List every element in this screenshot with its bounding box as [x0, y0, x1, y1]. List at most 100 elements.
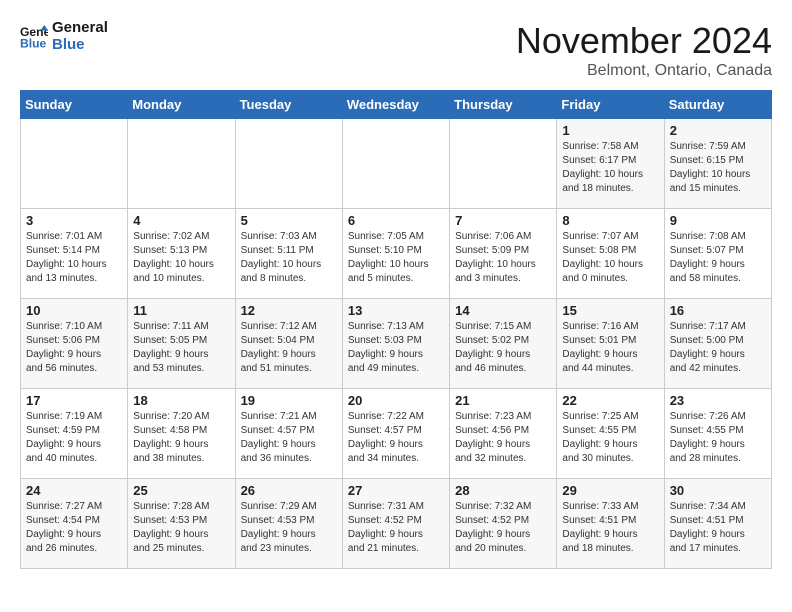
- logo-general: General: [52, 20, 108, 37]
- calendar-cell: 20 Sunrise: 7:22 AM Sunset: 4:57 PM Dayli…: [342, 389, 449, 479]
- calendar-table: SundayMondayTuesdayWednesdayThursdayFrid…: [20, 90, 772, 569]
- svg-text:Blue: Blue: [20, 36, 47, 50]
- title-block: November 2024 Belmont, Ontario, Canada: [516, 20, 772, 80]
- day-number: 8: [562, 213, 658, 228]
- calendar-cell: [128, 119, 235, 209]
- calendar-cell: 5 Sunrise: 7:03 AM Sunset: 5:11 PM Daylig…: [235, 209, 342, 299]
- day-info: Sunrise: 7:11 AM Sunset: 5:05 PM Dayligh…: [133, 320, 229, 376]
- calendar-cell: 7 Sunrise: 7:06 AM Sunset: 5:09 PM Daylig…: [450, 209, 557, 299]
- day-info: Sunrise: 7:32 AM Sunset: 4:52 PM Dayligh…: [455, 500, 551, 556]
- day-info: Sunrise: 7:17 AM Sunset: 5:00 PM Dayligh…: [670, 320, 766, 376]
- logo: General Blue General Blue: [20, 20, 108, 53]
- calendar-cell: 10 Sunrise: 7:10 AM Sunset: 5:06 PM Dayli…: [21, 299, 128, 389]
- day-number: 29: [562, 483, 658, 498]
- day-info: Sunrise: 7:19 AM Sunset: 4:59 PM Dayligh…: [26, 410, 122, 466]
- day-info: Sunrise: 7:07 AM Sunset: 5:08 PM Dayligh…: [562, 230, 658, 286]
- calendar-cell: 17 Sunrise: 7:19 AM Sunset: 4:59 PM Dayli…: [21, 389, 128, 479]
- weekday-header: Thursday: [450, 91, 557, 119]
- calendar-week-row: 10 Sunrise: 7:10 AM Sunset: 5:06 PM Dayli…: [21, 299, 772, 389]
- calendar-cell: 12 Sunrise: 7:12 AM Sunset: 5:04 PM Dayli…: [235, 299, 342, 389]
- location-title: Belmont, Ontario, Canada: [516, 62, 772, 80]
- day-info: Sunrise: 7:26 AM Sunset: 4:55 PM Dayligh…: [670, 410, 766, 466]
- day-info: Sunrise: 7:31 AM Sunset: 4:52 PM Dayligh…: [348, 500, 444, 556]
- day-number: 24: [26, 483, 122, 498]
- calendar-cell: 11 Sunrise: 7:11 AM Sunset: 5:05 PM Dayli…: [128, 299, 235, 389]
- day-info: Sunrise: 7:29 AM Sunset: 4:53 PM Dayligh…: [241, 500, 337, 556]
- day-number: 28: [455, 483, 551, 498]
- calendar-cell: [21, 119, 128, 209]
- day-info: Sunrise: 7:08 AM Sunset: 5:07 PM Dayligh…: [670, 230, 766, 286]
- day-number: 17: [26, 393, 122, 408]
- calendar-cell: 19 Sunrise: 7:21 AM Sunset: 4:57 PM Dayli…: [235, 389, 342, 479]
- day-number: 14: [455, 303, 551, 318]
- calendar-cell: 16 Sunrise: 7:17 AM Sunset: 5:00 PM Dayli…: [664, 299, 771, 389]
- weekday-header: Saturday: [664, 91, 771, 119]
- day-info: Sunrise: 7:20 AM Sunset: 4:58 PM Dayligh…: [133, 410, 229, 466]
- calendar-cell: 14 Sunrise: 7:15 AM Sunset: 5:02 PM Dayli…: [450, 299, 557, 389]
- day-info: Sunrise: 7:22 AM Sunset: 4:57 PM Dayligh…: [348, 410, 444, 466]
- calendar-cell: 27 Sunrise: 7:31 AM Sunset: 4:52 PM Dayli…: [342, 479, 449, 569]
- calendar-week-row: 3Sunrise: 7:01 AM Sunset: 5:14 PM Daylig…: [21, 209, 772, 299]
- day-number: 13: [348, 303, 444, 318]
- day-info: Sunrise: 7:16 AM Sunset: 5:01 PM Dayligh…: [562, 320, 658, 376]
- calendar-cell: 2Sunrise: 7:59 AM Sunset: 6:15 PM Daylig…: [664, 119, 771, 209]
- day-number: 16: [670, 303, 766, 318]
- day-number: 21: [455, 393, 551, 408]
- day-number: 18: [133, 393, 229, 408]
- logo-blue: Blue: [52, 37, 108, 54]
- day-number: 25: [133, 483, 229, 498]
- day-info: Sunrise: 7:03 AM Sunset: 5:11 PM Dayligh…: [241, 230, 337, 286]
- weekday-header: Sunday: [21, 91, 128, 119]
- calendar-cell: 4Sunrise: 7:02 AM Sunset: 5:13 PM Daylig…: [128, 209, 235, 299]
- day-number: 23: [670, 393, 766, 408]
- weekday-header: Tuesday: [235, 91, 342, 119]
- calendar-cell: 9Sunrise: 7:08 AM Sunset: 5:07 PM Daylig…: [664, 209, 771, 299]
- calendar-cell: 30 Sunrise: 7:34 AM Sunset: 4:51 PM Dayli…: [664, 479, 771, 569]
- weekday-header: Monday: [128, 91, 235, 119]
- day-info: Sunrise: 7:13 AM Sunset: 5:03 PM Dayligh…: [348, 320, 444, 376]
- calendar-cell: 25 Sunrise: 7:28 AM Sunset: 4:53 PM Dayli…: [128, 479, 235, 569]
- day-number: 11: [133, 303, 229, 318]
- calendar-cell: [235, 119, 342, 209]
- calendar-cell: [342, 119, 449, 209]
- weekday-header: Friday: [557, 91, 664, 119]
- calendar-week-row: 17 Sunrise: 7:19 AM Sunset: 4:59 PM Dayli…: [21, 389, 772, 479]
- month-title: November 2024: [516, 20, 772, 62]
- day-number: 30: [670, 483, 766, 498]
- day-number: 15: [562, 303, 658, 318]
- day-info: Sunrise: 7:05 AM Sunset: 5:10 PM Dayligh…: [348, 230, 444, 286]
- day-info: Sunrise: 7:10 AM Sunset: 5:06 PM Dayligh…: [26, 320, 122, 376]
- day-number: 19: [241, 393, 337, 408]
- day-info: Sunrise: 7:15 AM Sunset: 5:02 PM Dayligh…: [455, 320, 551, 376]
- day-number: 5: [241, 213, 337, 228]
- day-info: Sunrise: 7:21 AM Sunset: 4:57 PM Dayligh…: [241, 410, 337, 466]
- day-info: Sunrise: 7:34 AM Sunset: 4:51 PM Dayligh…: [670, 500, 766, 556]
- calendar-cell: 22 Sunrise: 7:25 AM Sunset: 4:55 PM Dayli…: [557, 389, 664, 479]
- day-info: Sunrise: 7:23 AM Sunset: 4:56 PM Dayligh…: [455, 410, 551, 466]
- day-number: 12: [241, 303, 337, 318]
- day-number: 10: [26, 303, 122, 318]
- calendar-cell: 21 Sunrise: 7:23 AM Sunset: 4:56 PM Dayli…: [450, 389, 557, 479]
- calendar-cell: 3Sunrise: 7:01 AM Sunset: 5:14 PM Daylig…: [21, 209, 128, 299]
- calendar-cell: 13 Sunrise: 7:13 AM Sunset: 5:03 PM Dayli…: [342, 299, 449, 389]
- calendar-cell: 24Sunrise: 7:27 AM Sunset: 4:54 PM Dayli…: [21, 479, 128, 569]
- calendar-week-row: 24Sunrise: 7:27 AM Sunset: 4:54 PM Dayli…: [21, 479, 772, 569]
- day-info: Sunrise: 7:12 AM Sunset: 5:04 PM Dayligh…: [241, 320, 337, 376]
- day-info: Sunrise: 7:06 AM Sunset: 5:09 PM Dayligh…: [455, 230, 551, 286]
- day-number: 6: [348, 213, 444, 228]
- day-number: 22: [562, 393, 658, 408]
- day-info: Sunrise: 7:33 AM Sunset: 4:51 PM Dayligh…: [562, 500, 658, 556]
- calendar-cell: 18 Sunrise: 7:20 AM Sunset: 4:58 PM Dayli…: [128, 389, 235, 479]
- day-info: Sunrise: 7:02 AM Sunset: 5:13 PM Dayligh…: [133, 230, 229, 286]
- day-info: Sunrise: 7:28 AM Sunset: 4:53 PM Dayligh…: [133, 500, 229, 556]
- calendar-cell: [450, 119, 557, 209]
- calendar-week-row: 1Sunrise: 7:58 AM Sunset: 6:17 PM Daylig…: [21, 119, 772, 209]
- day-number: 7: [455, 213, 551, 228]
- weekday-header: Wednesday: [342, 91, 449, 119]
- calendar-cell: 8 Sunrise: 7:07 AM Sunset: 5:08 PM Daylig…: [557, 209, 664, 299]
- calendar-cell: 28 Sunrise: 7:32 AM Sunset: 4:52 PM Dayli…: [450, 479, 557, 569]
- day-info: Sunrise: 7:25 AM Sunset: 4:55 PM Dayligh…: [562, 410, 658, 466]
- day-number: 27: [348, 483, 444, 498]
- day-number: 20: [348, 393, 444, 408]
- calendar-cell: 29 Sunrise: 7:33 AM Sunset: 4:51 PM Dayli…: [557, 479, 664, 569]
